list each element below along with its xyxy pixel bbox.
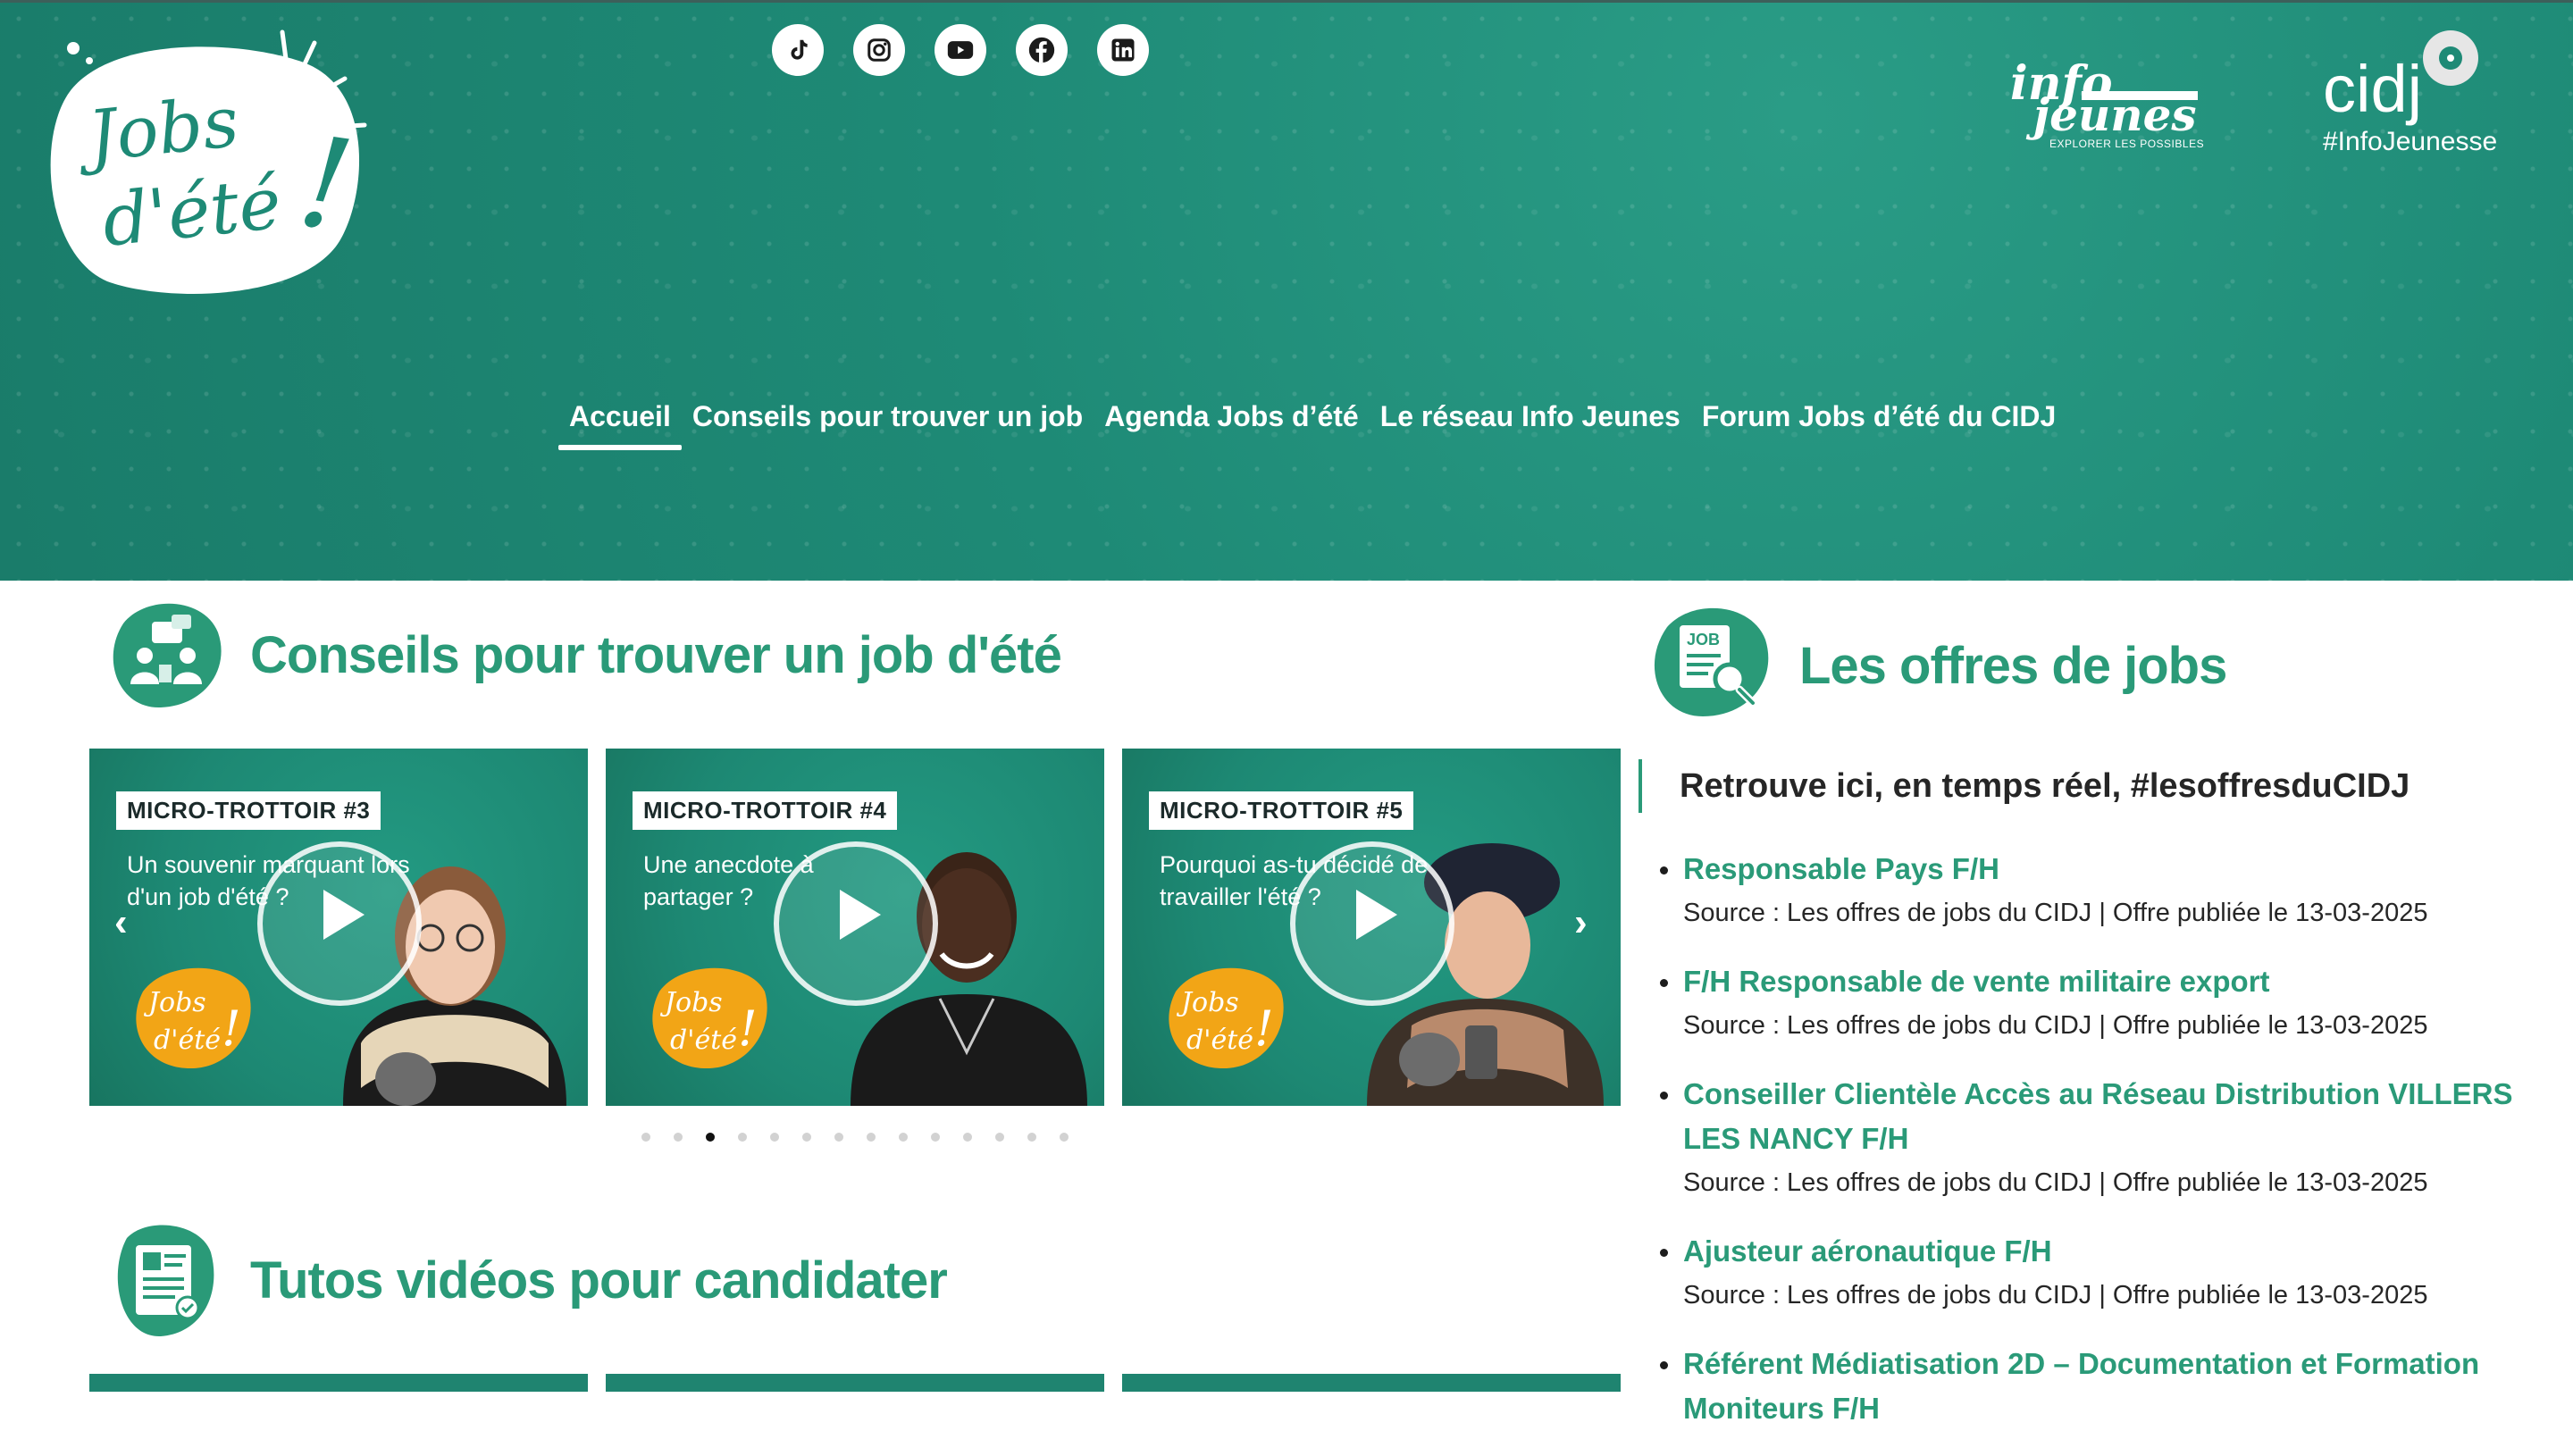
job-search-icon: JOB — [1654, 607, 1769, 716]
svg-text:d'été: d'été — [154, 1025, 221, 1056]
svg-text:Jobs: Jobs — [143, 987, 206, 1018]
facebook-icon[interactable] — [1016, 24, 1068, 76]
tiktok-icon[interactable] — [772, 24, 824, 76]
nav-agenda[interactable]: Agenda Jobs d’été — [1094, 393, 1370, 461]
nav-forum[interactable]: Forum Jobs d’été du CIDJ — [1691, 393, 2066, 461]
list-item: Responsable Pays F/H Source : Les offres… — [1658, 847, 2534, 934]
carousel-dot[interactable] — [802, 1133, 811, 1142]
carousel-dot[interactable] — [706, 1133, 715, 1142]
carousel-dot[interactable] — [899, 1133, 908, 1142]
section-title-tutos: Tutos vidéos pour candidater — [250, 1251, 948, 1310]
list-item: Conseiller Clientèle Accès au Réseau Dis… — [1658, 1072, 2534, 1204]
job-meta: Source : Les offres de jobs du CIDJ | Of… — [1683, 1281, 2428, 1310]
svg-text:Jobs: Jobs — [72, 82, 243, 180]
social-links — [772, 24, 1149, 76]
svg-text:Jobs: Jobs — [659, 987, 723, 1018]
svg-text:JOB: JOB — [1687, 631, 1720, 649]
advice-people-icon — [113, 603, 222, 708]
play-button[interactable] — [774, 841, 938, 1006]
info-jeunes-logo[interactable]: info jeunes EXPLORER LES POSSIBLES — [2003, 61, 2204, 154]
svg-text:d'été: d'été — [1186, 1025, 1253, 1056]
cidj-logo[interactable]: cidj #InfoJeunesse — [2314, 27, 2502, 170]
carousel-dot[interactable] — [674, 1133, 683, 1142]
nav-accueil[interactable]: Accueil — [558, 393, 682, 461]
tuto-card[interactable] — [606, 1374, 1104, 1392]
jobs-intro: Retrouve ici, en temps réel, #lesoffresd… — [1639, 759, 2410, 813]
disc-icon — [2423, 30, 2478, 86]
carousel-dot[interactable] — [770, 1133, 779, 1142]
job-meta: Source : Les offres de jobs du CIDJ | Of… — [1683, 1168, 2428, 1197]
video-card[interactable]: MICRO-TROTTOIR #5 Pourquoi as-tu décidé … — [1122, 749, 1621, 1106]
job-link[interactable]: Ajusteur aéronautique F/H — [1683, 1229, 2534, 1274]
carousel-dot[interactable] — [995, 1133, 1004, 1142]
carousel-prev-button[interactable]: ‹ — [114, 900, 128, 945]
play-button[interactable] — [1290, 841, 1454, 1006]
card-logo: Jobs d'été ! — [1169, 967, 1284, 1069]
carousel-next-button[interactable]: › — [1574, 900, 1588, 945]
section-title-conseils: Conseils pour trouver un job d'été — [250, 626, 1062, 684]
carousel-dots — [641, 1133, 1069, 1142]
cv-document-icon — [117, 1225, 214, 1337]
carousel-dot[interactable] — [641, 1133, 650, 1142]
list-item: Référent Médiatisation 2D – Documentatio… — [1658, 1342, 2534, 1431]
carousel-dot[interactable] — [738, 1133, 747, 1142]
tuto-card[interactable] — [1122, 1374, 1621, 1392]
card-logo: Jobs d'été ! — [652, 967, 767, 1069]
job-list: Responsable Pays F/H Source : Les offres… — [1658, 847, 2534, 1456]
section-title-offres: Les offres de jobs — [1799, 637, 2227, 695]
carousel-dot[interactable] — [1060, 1133, 1069, 1142]
jobs-ete-logo[interactable]: Jobs d'été ! — [36, 27, 402, 304]
job-link[interactable]: Responsable Pays F/H — [1683, 847, 2534, 891]
nav-reseau[interactable]: Le réseau Info Jeunes — [1370, 393, 1691, 461]
top-border — [0, 0, 2573, 3]
nav-conseils[interactable]: Conseils pour trouver un job — [682, 393, 1094, 461]
video-carousel: MICRO-TROTTOIR #3 Un souvenir marquant l… — [89, 749, 1621, 1106]
youtube-icon[interactable] — [934, 24, 986, 76]
tuto-card[interactable] — [89, 1374, 588, 1392]
linkedin-icon[interactable] — [1097, 24, 1149, 76]
video-card[interactable]: MICRO-TROTTOIR #4 Une anecdote à partage… — [606, 749, 1104, 1106]
video-card[interactable]: MICRO-TROTTOIR #3 Un souvenir marquant l… — [89, 749, 588, 1106]
svg-text:!: ! — [222, 1000, 241, 1057]
play-button[interactable] — [257, 841, 422, 1006]
job-meta: Source : Les offres de jobs du CIDJ | Of… — [1683, 1011, 2428, 1040]
carousel-dot[interactable] — [963, 1133, 972, 1142]
site-header: Jobs d'été ! info jeunes EXPLORER LES PO… — [0, 0, 2573, 581]
job-link[interactable]: Référent Médiatisation 2D – Documentatio… — [1683, 1342, 2534, 1431]
job-meta: Source : Les offres de jobs du CIDJ | Of… — [1683, 899, 2428, 927]
job-link[interactable]: F/H Responsable de vente militaire expor… — [1683, 959, 2534, 1004]
svg-text:Jobs: Jobs — [1176, 987, 1239, 1018]
list-item: Ajusteur aéronautique F/H Source : Les o… — [1658, 1229, 2534, 1317]
job-link[interactable]: Conseiller Clientèle Accès au Réseau Dis… — [1683, 1072, 2534, 1161]
list-item: F/H Responsable de vente militaire expor… — [1658, 959, 2534, 1047]
carousel-dot[interactable] — [867, 1133, 876, 1142]
carousel-dot[interactable] — [931, 1133, 940, 1142]
main-nav: Accueil Conseils pour trouver un job Age… — [558, 393, 2066, 461]
svg-text:d'été: d'été — [670, 1025, 737, 1056]
carousel-dot[interactable] — [1027, 1133, 1036, 1142]
instagram-icon[interactable] — [853, 24, 905, 76]
svg-text:!: ! — [1254, 1000, 1274, 1057]
card-logo: Jobs d'été ! — [136, 967, 251, 1069]
carousel-dot[interactable] — [834, 1133, 843, 1142]
svg-text:!: ! — [738, 1000, 758, 1057]
